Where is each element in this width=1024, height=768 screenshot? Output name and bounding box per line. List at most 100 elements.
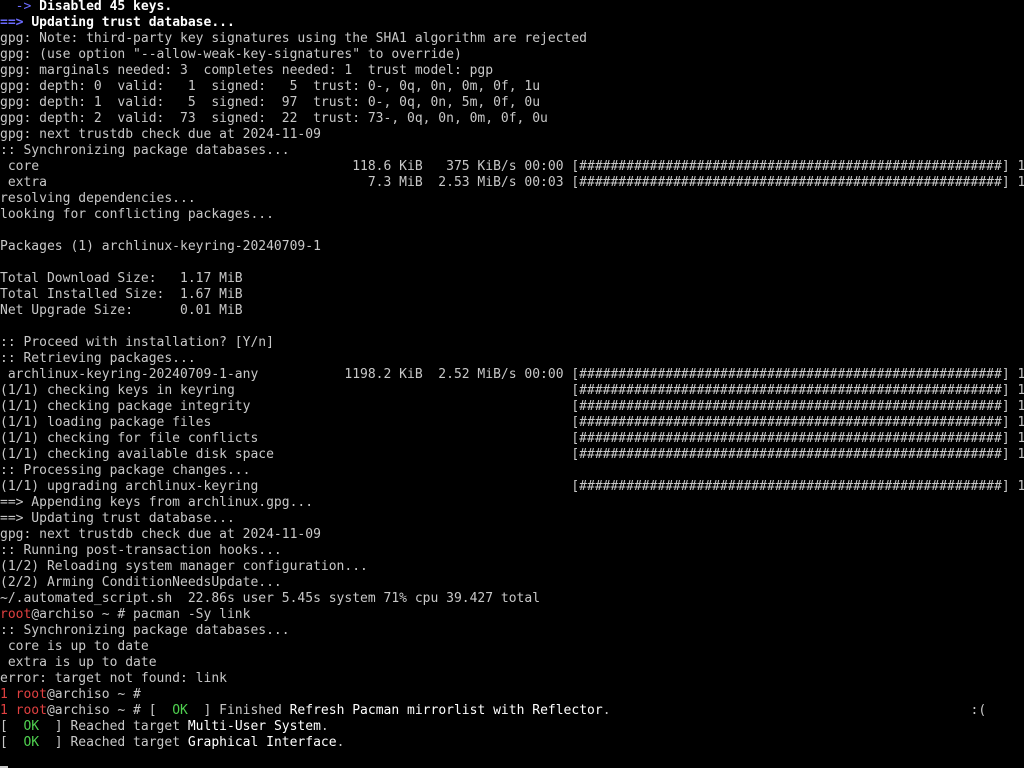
terminal-line: gpg: next trustdb check due at 2024-11-0… xyxy=(0,527,1024,543)
terminal-text: -> xyxy=(0,0,40,14)
terminal-line: :: Retrieving packages... xyxy=(0,351,1024,367)
terminal-line: Total Installed Size: 1.67 MiB xyxy=(0,287,1024,303)
terminal-line: gpg: depth: 2 valid: 73 signed: 22 trust… xyxy=(0,111,1024,127)
terminal-text: gpg: next trustdb check due at 2024-11-0… xyxy=(0,527,321,542)
terminal-text: root xyxy=(15,687,47,702)
terminal-text: gpg: depth: 1 valid: 5 signed: 97 trust:… xyxy=(0,95,541,110)
terminal-text: 1 xyxy=(0,703,16,718)
terminal-text: error: target not found: link xyxy=(0,671,227,686)
terminal-line: ==> Updating trust database... xyxy=(0,15,1024,31)
terminal-line: (1/1) loading package files [###########… xyxy=(0,415,1024,431)
terminal-text: (1/1) checking for file conflicts [#####… xyxy=(0,431,1024,446)
terminal-text: 1 xyxy=(0,687,16,702)
terminal-line: archlinux-keyring-20240709-1-any 1198.2 … xyxy=(0,367,1024,383)
terminal-text: root xyxy=(15,703,47,718)
terminal-text: :: Synchronizing package databases... xyxy=(0,143,290,158)
terminal-line: :: Processing package changes... xyxy=(0,463,1024,479)
terminal-line: (1/1) checking available disk space [###… xyxy=(0,447,1024,463)
terminal-text: :: Processing package changes... xyxy=(0,463,251,478)
terminal-text: (1/1) checking package integrity [######… xyxy=(0,399,1024,414)
terminal-text: @archiso ~ # pacman -Sy link xyxy=(31,607,251,622)
terminal-line: extra 7.3 MiB 2.53 MiB/s 00:03 [########… xyxy=(0,175,1024,191)
terminal-text: Graphical Interface xyxy=(187,735,337,750)
terminal-text: root xyxy=(0,607,32,622)
terminal-line: Net Upgrade Size: 0.01 MiB xyxy=(0,303,1024,319)
terminal-text: (1/1) checking keys in keyring [########… xyxy=(0,383,1024,398)
terminal-line: resolving dependencies... xyxy=(0,191,1024,207)
terminal-text: :: Running post-transaction hooks... xyxy=(0,543,282,558)
terminal-line: error: target not found: link xyxy=(0,671,1024,687)
terminal-line: gpg: marginals needed: 3 completes neede… xyxy=(0,63,1024,79)
terminal-line: (1/1) checking for file conflicts [#####… xyxy=(0,431,1024,447)
terminal-text: @archiso ~ # xyxy=(46,687,141,702)
terminal-text: OK xyxy=(172,703,188,718)
terminal-text: Multi-User System xyxy=(187,719,321,734)
terminal-line: 1 root@archiso ~ # xyxy=(0,687,1024,703)
terminal-text: [ xyxy=(0,735,24,750)
terminal-text: gpg: depth: 2 valid: 73 signed: 22 trust… xyxy=(0,111,548,126)
terminal-text: ] Finished xyxy=(187,703,290,718)
terminal-text: Total Installed Size: 1.67 MiB xyxy=(0,287,243,302)
terminal-line: :: Running post-transaction hooks... xyxy=(0,543,1024,559)
terminal-line: (1/1) checking keys in keyring [########… xyxy=(0,383,1024,399)
terminal-line: :: Proceed with installation? [Y/n] xyxy=(0,335,1024,351)
terminal-text: . xyxy=(320,719,329,734)
terminal-line: looking for conflicting packages... xyxy=(0,207,1024,223)
terminal-line: gpg: next trustdb check due at 2024-11-0… xyxy=(0,127,1024,143)
terminal-text: OK xyxy=(23,719,40,734)
terminal-text: (1/1) checking available disk space [###… xyxy=(0,447,1024,462)
terminal-text: core is up to date xyxy=(0,639,149,654)
terminal-text: gpg: (use option "--allow-weak-key-signa… xyxy=(0,47,462,62)
terminal-line: [ OK ] Reached target Multi-User System. xyxy=(0,719,1024,735)
terminal-line: (1/1) upgrading archlinux-keyring [#####… xyxy=(0,479,1024,495)
terminal-line: :: Synchronizing package databases... xyxy=(0,143,1024,159)
terminal-text: Disabled 45 keys. xyxy=(39,0,173,14)
terminal-line: -> Disabled 45 keys. xyxy=(0,0,1024,15)
terminal-console[interactable]: -> Disabled 45 keys. ==> Updating trust d… xyxy=(0,0,1024,768)
terminal-line: :: Synchronizing package databases... xyxy=(0,623,1024,639)
terminal-line: (1/2) Reloading system manager configura… xyxy=(0,559,1024,575)
terminal-text: core 118.6 KiB 375 KiB/s 00:00 [########… xyxy=(0,159,1024,174)
terminal-line: ==> Updating trust database... xyxy=(0,511,1024,527)
terminal-text: :: Proceed with installation? [Y/n] xyxy=(0,335,274,350)
terminal-text: . :( xyxy=(602,703,987,718)
terminal-text: ==> Appending keys from archlinux.gpg... xyxy=(0,495,314,510)
terminal-text: Packages (1) archlinux-keyring-20240709-… xyxy=(0,239,321,254)
terminal-line: ==> Appending keys from archlinux.gpg... xyxy=(0,495,1024,511)
terminal-text: resolving dependencies... xyxy=(0,191,196,206)
terminal-text: [ xyxy=(0,719,24,734)
terminal-line: Packages (1) archlinux-keyring-20240709-… xyxy=(0,239,1024,255)
terminal-line: (2/2) Arming ConditionNeedsUpdate... xyxy=(0,575,1024,591)
terminal-line: gpg: (use option "--allow-weak-key-signa… xyxy=(0,47,1024,63)
terminal-text: Total Download Size: 1.17 MiB xyxy=(0,271,243,286)
terminal-line: core is up to date xyxy=(0,639,1024,655)
terminal-text: :: Synchronizing package databases... xyxy=(0,623,290,638)
terminal-line: gpg: depth: 0 valid: 1 signed: 5 trust: … xyxy=(0,79,1024,95)
terminal-text: ] Reached target xyxy=(39,719,188,734)
terminal-text: extra 7.3 MiB 2.53 MiB/s 00:03 [########… xyxy=(0,175,1024,190)
terminal-line: 1 root@archiso ~ # [ OK ] Finished Refre… xyxy=(0,703,1024,719)
terminal-text: archlinux-keyring-20240709-1-any 1198.2 … xyxy=(0,367,1024,382)
terminal-text: . xyxy=(336,735,345,750)
terminal-text: ~/.automated_script.sh 22.86s user 5.45s… xyxy=(0,591,541,606)
terminal-line: gpg: depth: 1 valid: 5 signed: 97 trust:… xyxy=(0,95,1024,111)
terminal-text: (2/2) Arming ConditionNeedsUpdate... xyxy=(0,575,282,590)
terminal-line: root@archiso ~ # pacman -Sy link xyxy=(0,607,1024,623)
terminal-line: ~/.automated_script.sh 22.86s user 5.45s… xyxy=(0,591,1024,607)
terminal-text: gpg: depth: 0 valid: 1 signed: 5 trust: … xyxy=(0,79,541,94)
terminal-text: ==> Updating trust database... xyxy=(0,511,235,526)
terminal-text: Updating trust database... xyxy=(31,15,235,30)
terminal-line: extra is up to date xyxy=(0,655,1024,671)
terminal-text: gpg: Note: third-party key signatures us… xyxy=(0,31,587,46)
terminal-line: [ OK ] Reached target Graphical Interfac… xyxy=(0,735,1024,751)
terminal-line: Total Download Size: 1.17 MiB xyxy=(0,271,1024,287)
terminal-text: @archiso ~ # [ xyxy=(46,703,173,718)
terminal-text: ] Reached target xyxy=(39,735,188,750)
terminal-text: Net Upgrade Size: 0.01 MiB xyxy=(0,303,243,318)
terminal-line: gpg: Note: third-party key signatures us… xyxy=(0,31,1024,47)
terminal-text: (1/1) loading package files [###########… xyxy=(0,415,1024,430)
terminal-line: core 118.6 KiB 375 KiB/s 00:00 [########… xyxy=(0,159,1024,175)
